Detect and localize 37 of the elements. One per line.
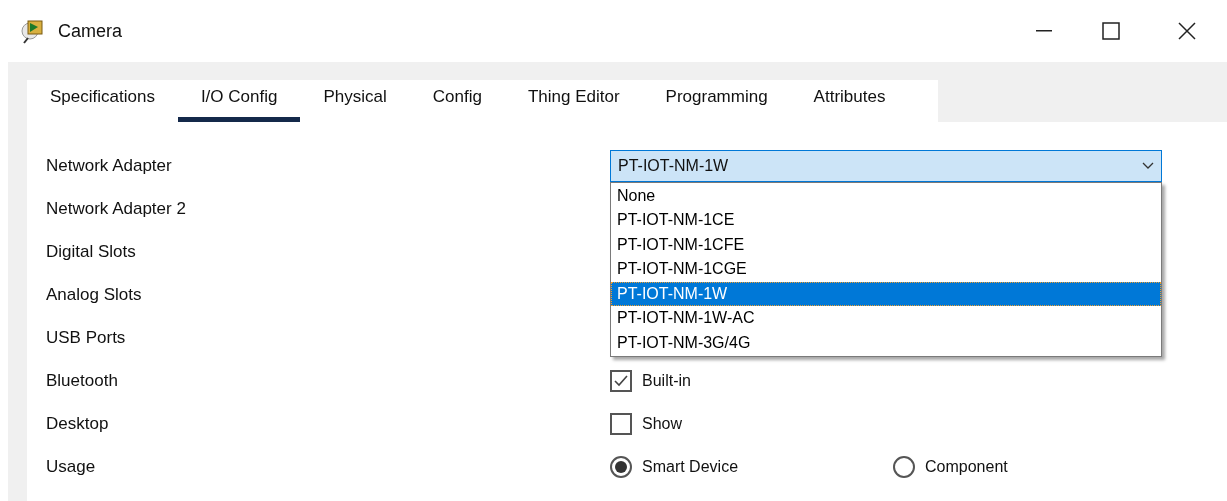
field-label: Network Adapter 2 — [46, 197, 187, 220]
tab[interactable]: Specifications — [27, 80, 178, 122]
radio-label: Component — [925, 456, 1008, 477]
dropdown-option[interactable]: PT-IOT-NM-1CFE — [611, 232, 1161, 257]
close-icon — [1178, 22, 1196, 40]
dropdown-value: PT-IOT-NM-1W — [618, 155, 730, 176]
radio-button[interactable] — [610, 455, 632, 478]
checkbox[interactable] — [610, 412, 632, 435]
dropdown-option[interactable]: PT-IOT-NM-3G/4G — [611, 330, 1161, 355]
dropdown-option[interactable]: None — [611, 183, 1161, 208]
minimize-icon — [1036, 30, 1052, 32]
dropdown-option[interactable]: PT-IOT-NM-1CGE — [611, 257, 1161, 282]
field-label: Bluetooth — [46, 369, 119, 392]
field-label: USB Ports — [46, 326, 127, 349]
checkbox[interactable] — [610, 369, 632, 392]
radio-label: Smart Device — [642, 456, 739, 477]
checkbox-label: Show — [642, 413, 683, 434]
field-label: Digital Slots — [46, 240, 137, 263]
field-label: Analog Slots — [46, 283, 143, 306]
field-label: Desktop — [46, 412, 110, 435]
tab[interactable]: Attributes — [790, 80, 909, 122]
dropdown-option[interactable]: PT-IOT-NM-1W-AC — [611, 306, 1161, 331]
dropdown-option[interactable]: PT-IOT-NM-1W — [611, 281, 1161, 306]
field-label: Network Adapter — [46, 154, 173, 177]
dropdown-field[interactable]: PT-IOT-NM-1W — [610, 149, 1162, 182]
checkmark-icon — [613, 373, 629, 388]
dropdown-option[interactable]: PT-IOT-NM-1CE — [611, 208, 1161, 233]
tab[interactable]: Thing Editor — [504, 80, 643, 122]
tab[interactable]: Config — [409, 80, 505, 122]
radio-button[interactable] — [893, 455, 915, 478]
chevron-down-icon — [1142, 161, 1154, 170]
maximize-icon — [1102, 22, 1120, 40]
tab[interactable]: Programming — [642, 80, 791, 122]
checkbox-label: Built-in — [642, 370, 691, 391]
tab[interactable]: Physical — [300, 80, 410, 122]
window-title: Camera — [58, 19, 123, 43]
field-label: Usage — [46, 455, 97, 478]
